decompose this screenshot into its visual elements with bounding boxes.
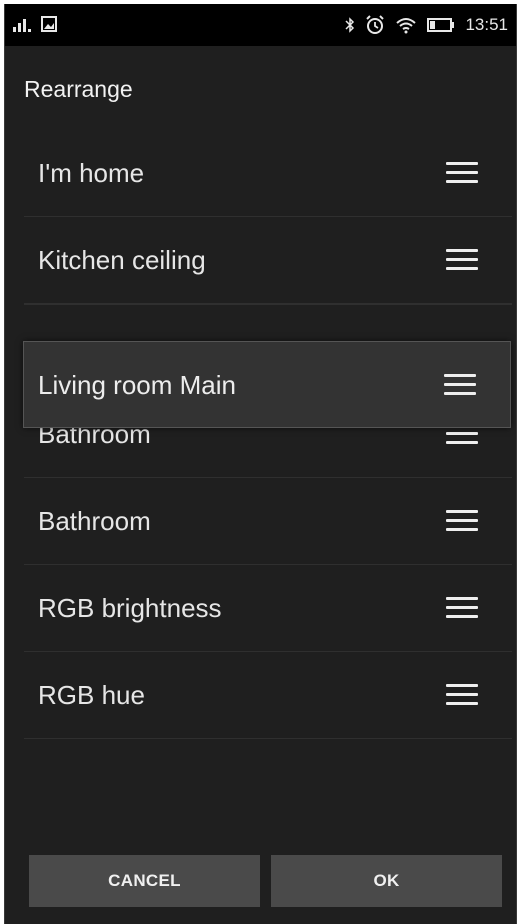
cancel-button[interactable]: CANCEL <box>29 855 260 907</box>
list-item[interactable]: RGB brightness <box>24 565 512 652</box>
list-item-label: RGB hue <box>38 680 145 710</box>
drag-handle-icon[interactable] <box>446 162 478 184</box>
list-item[interactable]: Kitchen ceiling <box>24 217 512 304</box>
drag-handle-icon[interactable] <box>446 249 478 271</box>
list-item-label: I'm home <box>38 158 145 188</box>
list-item[interactable]: I'm home <box>24 130 512 217</box>
status-time: 13:51 <box>465 15 508 34</box>
drag-handle-icon[interactable] <box>444 374 476 396</box>
drag-handle-icon[interactable] <box>446 510 478 532</box>
wifi-icon <box>396 18 417 34</box>
dragged-list-item[interactable]: Living room Main <box>23 341 511 428</box>
bluetooth-icon <box>345 17 355 33</box>
drag-handle-icon[interactable] <box>446 597 478 619</box>
drag-handle-icon[interactable] <box>446 684 478 706</box>
list-item[interactable]: Bathroom <box>24 478 512 565</box>
dialog-title: Rearrange <box>24 76 133 102</box>
signal-icon <box>13 19 31 32</box>
device-frame: 13:51 Rearrange I'm home Kitchen ceiling… <box>0 0 521 924</box>
list-item-label: Kitchen ceiling <box>38 245 206 275</box>
list-item-label: RGB brightness <box>38 593 222 623</box>
status-bar: 13:51 <box>5 4 516 46</box>
list-item-label: Bathroom <box>38 506 151 536</box>
phone-screen: 13:51 Rearrange I'm home Kitchen ceiling… <box>4 4 517 924</box>
image-notification-icon <box>41 16 57 32</box>
list-item-label: Living room Main <box>38 370 236 400</box>
divider <box>24 304 512 305</box>
alarm-icon <box>366 15 385 34</box>
list-item[interactable]: RGB hue <box>24 652 512 739</box>
ok-button[interactable]: OK <box>271 855 502 907</box>
battery-icon <box>427 18 455 32</box>
